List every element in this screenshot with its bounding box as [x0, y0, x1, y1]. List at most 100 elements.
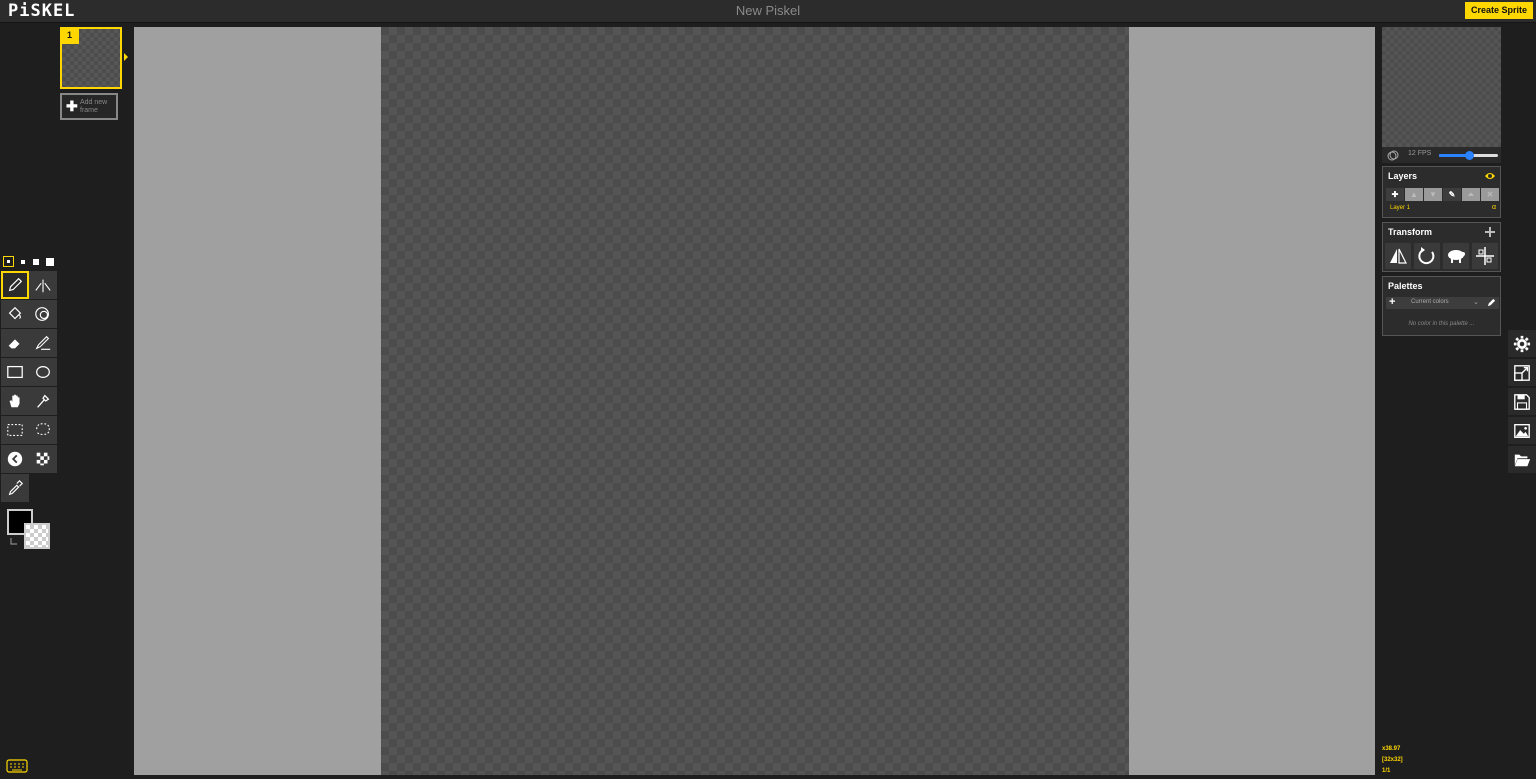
- layer-name: Layer 1: [1390, 205, 1411, 211]
- layers-title: Layers: [1388, 171, 1418, 181]
- top-bar: PiSKEL New Piskel Create Sprite: [0, 0, 1536, 23]
- eraser-icon: [8, 339, 20, 349]
- floppy-disk-icon: [1514, 393, 1530, 410]
- circle-tool[interactable]: [29, 358, 57, 386]
- color-picker-tool[interactable]: [1, 474, 29, 502]
- rectangle-tool[interactable]: [1, 358, 29, 386]
- rotate-icon: [1418, 247, 1435, 265]
- canvas-size: [32x32]: [1382, 757, 1403, 763]
- checker-icon: [36, 452, 50, 466]
- layer-toolbar: ✚ ▲ ▼ ✎ ⏶ ✕: [1386, 188, 1499, 201]
- circle-icon: [36, 365, 50, 379]
- palettes-panel: Palettes + Current colors ⌄ No color in …: [1382, 276, 1501, 336]
- settings-button[interactable]: [1508, 330, 1536, 357]
- palette-select-value: Current colors: [1411, 299, 1449, 305]
- palette-toolbar: + Current colors ⌄: [1386, 296, 1499, 309]
- move-tool[interactable]: [1, 387, 29, 415]
- add-frame-label: Add new frame: [80, 99, 108, 114]
- merge-layer-button[interactable]: ⏶: [1462, 188, 1480, 201]
- pen-size-1[interactable]: [3, 256, 14, 267]
- sprite-title[interactable]: New Piskel: [0, 3, 1536, 18]
- drawing-area: [134, 27, 1375, 775]
- delete-layer-button[interactable]: ✕: [1481, 188, 1499, 201]
- bucket-icon: [8, 306, 22, 320]
- flip-icon: [1390, 248, 1407, 264]
- hand-icon: [9, 394, 20, 408]
- mirror-pen-icon: [35, 279, 51, 293]
- lasso-icon: [36, 423, 50, 436]
- fps-slider-handle[interactable]: [1464, 151, 1474, 160]
- plus-icon[interactable]: [1484, 226, 1496, 238]
- keyboard-icon[interactable]: [6, 759, 28, 773]
- center-button[interactable]: [1472, 243, 1498, 269]
- resize-button[interactable]: [1508, 359, 1536, 386]
- fps-control: 12 FPS: [1382, 147, 1501, 163]
- save-button[interactable]: [1508, 388, 1536, 415]
- line-icon: [35, 335, 51, 350]
- swap-colors-icon[interactable]: [9, 536, 21, 548]
- lasso-selection-tool[interactable]: [29, 416, 57, 444]
- open-button[interactable]: [1508, 446, 1536, 473]
- frame-number: 1: [60, 27, 79, 44]
- color-swap-icon: [35, 307, 49, 321]
- edit-layer-button[interactable]: ✎: [1443, 188, 1461, 201]
- flip-button[interactable]: [1385, 243, 1411, 269]
- layer-opacity[interactable]: α: [1492, 204, 1496, 211]
- status-info: x38.97 [32x32] 1/1: [1382, 744, 1403, 777]
- palette-empty-message: No color in this palette ...: [1408, 321, 1475, 327]
- dithering-tool[interactable]: [29, 445, 57, 473]
- rotate-button[interactable]: [1414, 243, 1440, 269]
- fps-label: 12 FPS: [1408, 150, 1432, 157]
- pen-size-2[interactable]: [17, 256, 28, 267]
- gear-icon: [1513, 335, 1531, 352]
- create-sprite-button[interactable]: Create Sprite: [1464, 2, 1533, 19]
- palette-select[interactable]: Current colors ⌄: [1399, 297, 1483, 309]
- pen-size-4[interactable]: [44, 256, 55, 267]
- rectangle-selection-tool[interactable]: [1, 416, 29, 444]
- lighten-icon: [7, 451, 23, 467]
- align-center-icon: [1476, 247, 1494, 265]
- edit-palette-icon[interactable]: [1487, 298, 1496, 307]
- add-palette-icon[interactable]: +: [1389, 296, 1395, 308]
- lighten-tool[interactable]: [1, 445, 29, 473]
- stroke-tool[interactable]: [29, 329, 57, 357]
- transform-title: Transform: [1388, 227, 1433, 237]
- pen-size-3[interactable]: [30, 256, 41, 267]
- plus-icon: ✚: [66, 98, 78, 114]
- transform-panel: Transform: [1382, 222, 1501, 272]
- eyedropper-icon: [8, 479, 24, 496]
- pencil-icon: [8, 277, 23, 292]
- drawing-canvas[interactable]: [381, 27, 1129, 775]
- image-icon: [1514, 423, 1530, 438]
- frame-thumbnail[interactable]: 1: [60, 27, 128, 89]
- rect-select-icon: [7, 424, 23, 436]
- onion-skin-icon[interactable]: [1387, 149, 1399, 161]
- move-layer-up-button[interactable]: ▲: [1405, 188, 1423, 201]
- export-button[interactable]: [1508, 417, 1536, 444]
- clone-button[interactable]: [1443, 243, 1469, 269]
- fps-slider[interactable]: [1439, 151, 1498, 160]
- pen-tool[interactable]: [1, 271, 29, 299]
- zoom-level: x38.97: [1382, 746, 1401, 752]
- paint-all-same-color-tool[interactable]: [29, 300, 57, 328]
- chevron-down-icon: ⌄: [1473, 299, 1479, 306]
- pen-size-selector: [3, 256, 55, 268]
- paint-bucket-tool[interactable]: [1, 300, 29, 328]
- layers-panel: Layers ✚ ▲ ▼ ✎ ⏶ ✕ Layer 1 α: [1382, 166, 1501, 218]
- vertical-mirror-pen-tool[interactable]: [29, 271, 57, 299]
- magic-wand-icon: [37, 394, 50, 408]
- resize-icon: [1514, 364, 1530, 381]
- eraser-tool[interactable]: [1, 329, 29, 357]
- layer-item[interactable]: Layer 1 α: [1386, 204, 1499, 215]
- shape-selection-tool[interactable]: [29, 387, 57, 415]
- add-frame-button[interactable]: ✚ Add new frame: [60, 93, 118, 120]
- animation-preview[interactable]: [1382, 27, 1501, 147]
- move-layer-down-button[interactable]: ▼: [1424, 188, 1442, 201]
- add-layer-button[interactable]: ✚: [1386, 188, 1404, 201]
- palettes-title: Palettes: [1388, 281, 1423, 291]
- folder-open-icon: [1514, 454, 1531, 466]
- secondary-color-swatch[interactable]: [24, 523, 50, 549]
- current-frame-indicator: [124, 53, 128, 61]
- eye-icon[interactable]: [1484, 170, 1496, 182]
- sheep-icon: [1448, 250, 1465, 263]
